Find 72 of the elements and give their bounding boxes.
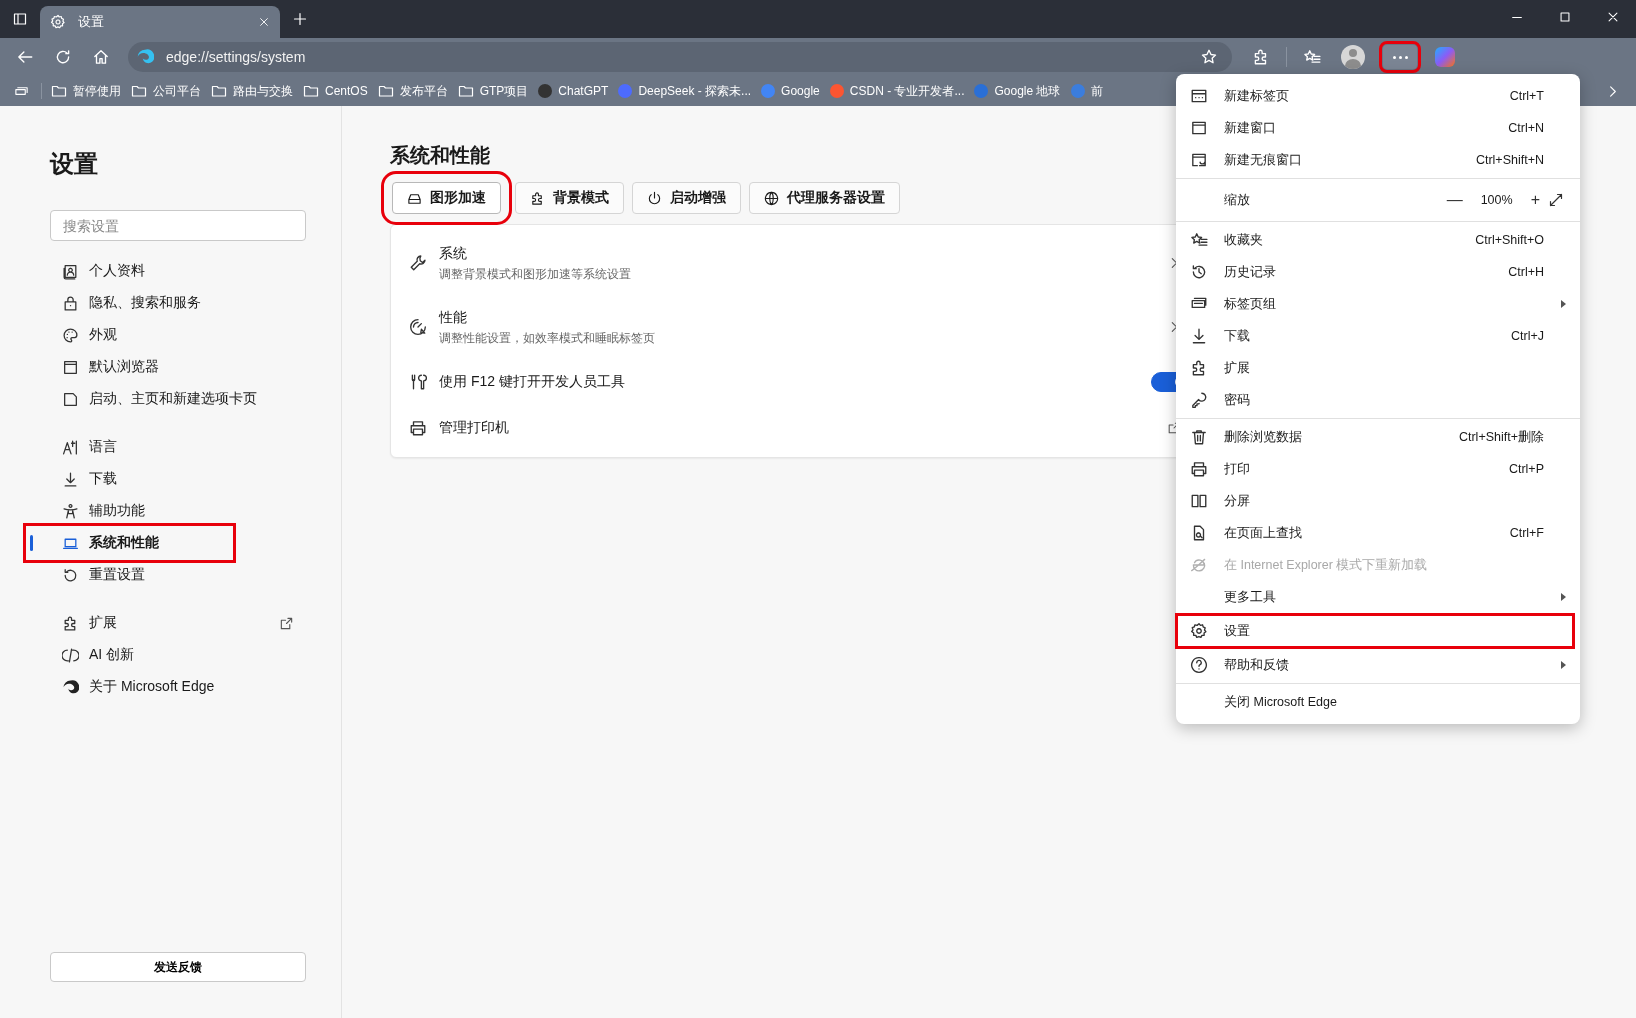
bookmark[interactable]: 暂停使用 bbox=[46, 78, 126, 104]
menu-item[interactable]: 关闭 Microsoft Edge bbox=[1178, 686, 1578, 718]
bookmark[interactable]: Google bbox=[756, 78, 825, 104]
menu-item[interactable]: 打印 Ctrl+P bbox=[1178, 453, 1578, 485]
section-title: 系统和性能 bbox=[390, 143, 490, 168]
setting-title: 管理打印机 bbox=[439, 419, 510, 437]
address-bar[interactable]: edge://settings/system bbox=[128, 42, 1232, 72]
menu-item[interactable]: 在页面上查找 Ctrl+F bbox=[1178, 517, 1578, 549]
menu-item[interactable]: 新建无痕窗口 Ctrl+Shift+N bbox=[1178, 144, 1578, 176]
chip-button[interactable]: 背景模式 bbox=[515, 182, 624, 214]
nav-item[interactable]: 辅助功能 bbox=[50, 495, 294, 527]
shortcut-text: Ctrl+P bbox=[1508, 462, 1544, 476]
menu-item[interactable]: 新建窗口 Ctrl+N bbox=[1178, 112, 1578, 144]
chip-button[interactable]: 代理服务器设置 bbox=[749, 182, 900, 214]
menu-item[interactable]: 收藏夹 Ctrl+Shift+O bbox=[1178, 224, 1578, 256]
menu-item[interactable]: 密码 bbox=[1178, 384, 1578, 416]
bookmark[interactable]: 公司平台 bbox=[126, 78, 206, 104]
menu-item[interactable]: 帮助和反馈 bbox=[1178, 649, 1578, 681]
nav-item[interactable]: 下载 bbox=[50, 463, 294, 495]
bookmark[interactable]: ChatGPT bbox=[533, 78, 614, 104]
nav-item[interactable]: 关于 Microsoft Edge bbox=[50, 671, 294, 703]
setting-description: 调整背景模式和图形加速等系统设置 bbox=[439, 266, 632, 282]
nav-item[interactable]: 隐私、搜索和服务 bbox=[50, 287, 294, 319]
zoom-out-button[interactable]: — bbox=[1438, 191, 1471, 209]
tab-title: 设置 bbox=[78, 13, 105, 31]
menu-item[interactable]: 更多工具 bbox=[1178, 581, 1578, 613]
nav-item[interactable]: AI 创新 bbox=[50, 639, 294, 671]
menu-item[interactable]: 分屏 bbox=[1178, 485, 1578, 517]
search-field[interactable]: 搜索设置 bbox=[50, 210, 306, 241]
feedback-button[interactable]: 发送反馈 bbox=[50, 952, 306, 982]
setting-description: 调整性能设置，如效率模式和睡眠标签页 bbox=[439, 330, 656, 346]
menu-item[interactable]: 设置 bbox=[1178, 616, 1572, 646]
zoom-in-button[interactable]: + bbox=[1522, 191, 1548, 209]
chip-button[interactable]: 启动增强 bbox=[632, 182, 741, 214]
menu-label: 缩放 bbox=[1224, 191, 1250, 209]
menu-item[interactable]: 删除浏览数据 Ctrl+Shift+删除 bbox=[1178, 421, 1578, 453]
bookmark[interactable]: DeepSeek - 探索未... bbox=[613, 78, 757, 104]
nav-item[interactable]: 语言 bbox=[50, 431, 294, 463]
setting-title: 性能 bbox=[439, 308, 468, 327]
nav-item[interactable]: 重置设置 bbox=[50, 559, 294, 591]
nav-item[interactable]: 扩展 bbox=[50, 607, 294, 639]
url-text: edge://settings/system bbox=[166, 49, 306, 65]
bookmark[interactable]: CSDN - 专业开发者... bbox=[824, 78, 970, 104]
setting-title: 使用 F12 键打开开发人员工具 bbox=[439, 373, 626, 391]
shortcut-text: Ctrl+T bbox=[1509, 89, 1544, 103]
setting-title: 系统 bbox=[439, 244, 468, 263]
browser-tab[interactable]: 设置 bbox=[40, 6, 280, 38]
shortcut-text: Ctrl+J bbox=[1511, 329, 1544, 343]
shortcut-text: Ctrl+Shift+删除 bbox=[1458, 428, 1544, 446]
bookmark[interactable]: 发布平台 bbox=[372, 78, 453, 104]
zoom-level: 100% bbox=[1480, 193, 1513, 207]
shortcut-text: Ctrl+Shift+O bbox=[1475, 233, 1544, 247]
nav-item[interactable]: 默认浏览器 bbox=[50, 351, 294, 383]
shortcut-text: Ctrl+H bbox=[1508, 265, 1544, 279]
page-title: 设置 bbox=[50, 149, 98, 179]
menu-item[interactable]: 标签页组 bbox=[1178, 288, 1578, 320]
bookmark[interactable]: 前 bbox=[1065, 78, 1108, 104]
bookmark[interactable]: GTP项目 bbox=[452, 78, 534, 104]
menu-item[interactable]: 历史记录 Ctrl+H bbox=[1178, 256, 1578, 288]
bookmark[interactable]: CentOS bbox=[298, 78, 373, 104]
shortcut-text: Ctrl+Shift+N bbox=[1475, 153, 1544, 167]
nav-item[interactable]: 启动、主页和新建选项卡页 bbox=[50, 383, 294, 415]
bookmark[interactable]: 路由与交换 bbox=[206, 78, 298, 104]
shortcut-text: Ctrl+F bbox=[1509, 526, 1544, 540]
menu-item[interactable]: 新建标签页 Ctrl+T bbox=[1178, 80, 1578, 112]
bookmark[interactable]: Google 地球 bbox=[969, 78, 1066, 104]
nav-item[interactable]: 系统和性能 bbox=[27, 527, 232, 559]
menu-item[interactable]: 扩展 bbox=[1178, 352, 1578, 384]
menu-item[interactable]: 下载 Ctrl+J bbox=[1178, 320, 1578, 352]
shortcut-text: Ctrl+N bbox=[1508, 121, 1544, 135]
nav-item[interactable]: 外观 bbox=[50, 319, 294, 351]
nav-item[interactable]: 个人资料 bbox=[50, 255, 294, 287]
